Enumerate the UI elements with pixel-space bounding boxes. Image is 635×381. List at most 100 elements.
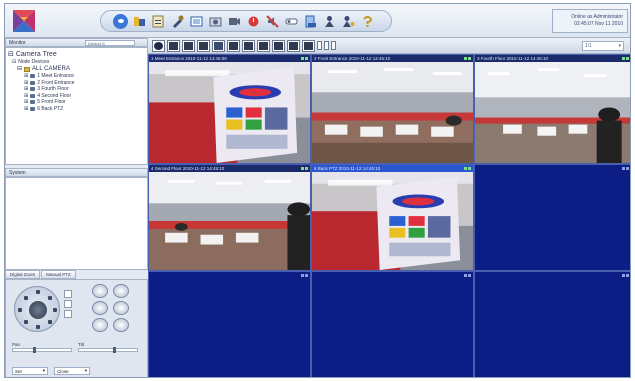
- app-window: Online as Administrator 02:45:07 Nov 11 …: [4, 3, 631, 378]
- ptz-joystick[interactable]: [14, 286, 60, 332]
- video-feed: [149, 172, 310, 270]
- video-cell[interactable]: [148, 271, 311, 377]
- live-view-icon[interactable]: [113, 13, 128, 29]
- layout-10-button[interactable]: [227, 39, 240, 52]
- page-select[interactable]: 1/1 ▾: [582, 41, 624, 51]
- layout-25-button[interactable]: [287, 39, 300, 52]
- video-feed: [312, 172, 473, 270]
- video-cell[interactable]: 6 Back PTZ 2010-11-12 14:45:10: [311, 164, 474, 271]
- fullscreen-icon[interactable]: [189, 14, 204, 29]
- arrow-right-icon[interactable]: [53, 308, 57, 312]
- audio-level-2[interactable]: [324, 41, 329, 50]
- record-icon[interactable]: [227, 14, 242, 29]
- arrow-down-right-icon[interactable]: [48, 320, 52, 324]
- video-cell[interactable]: [474, 271, 630, 377]
- status-indicator-icon: [464, 57, 471, 60]
- tilt-speed-knob[interactable]: [112, 347, 116, 353]
- snapshot-icon[interactable]: [208, 14, 223, 29]
- io-icon[interactable]: [284, 14, 299, 29]
- video-feed: [475, 62, 630, 163]
- video-cell-label: 6 Back PTZ 2010-11-12 14:45:10: [314, 166, 381, 171]
- camera-icon: [30, 100, 36, 105]
- tilt-speed-track[interactable]: [78, 347, 138, 353]
- arrow-up-icon[interactable]: [36, 290, 40, 294]
- layout-20-button[interactable]: [272, 39, 285, 52]
- layout-4-button[interactable]: [167, 39, 180, 52]
- video-grid: 1 Meet Entrance 2010-11-12 14:45:09 2 Fro…: [148, 54, 630, 377]
- event-log-icon[interactable]: [151, 14, 166, 29]
- user-icon[interactable]: [322, 14, 337, 29]
- status-indicator-icon: [622, 274, 629, 277]
- tool-strip: [100, 10, 392, 32]
- arrow-down-left-icon[interactable]: [24, 320, 28, 324]
- audio-level-3[interactable]: [331, 41, 336, 50]
- video-cell-label: 3 Fourth Floor 2010-11-12 14:45:10: [477, 56, 548, 61]
- video-cell[interactable]: [474, 164, 630, 271]
- zoom-in-button[interactable]: [92, 284, 108, 298]
- tree-group[interactable]: ⊟ ALL CAMERA: [8, 66, 145, 73]
- tree-site[interactable]: ⊟ Node Devices: [8, 59, 145, 66]
- layout-13-button[interactable]: [242, 39, 255, 52]
- ptz-panel: Pan Tilt Set ▾ Close ▾: [5, 279, 148, 377]
- video-cell-title: [149, 272, 310, 279]
- video-cell-title: [312, 272, 473, 279]
- chevron-down-icon: ▾: [42, 368, 45, 373]
- iris-open-button[interactable]: [92, 318, 108, 332]
- tilt-speed-slider[interactable]: Tilt: [78, 342, 138, 353]
- focus-far-button[interactable]: [113, 301, 129, 315]
- pan-speed-knob[interactable]: [32, 347, 36, 353]
- system-header-label: System: [9, 169, 26, 176]
- zoom-out-button[interactable]: [113, 284, 129, 298]
- camera-icon: [30, 74, 36, 79]
- video-cell-title: 4 Second Floor 2010-11-12 14:45:10: [149, 165, 310, 172]
- layout-9-button[interactable]: [212, 39, 225, 52]
- top-toolbar: Online as Administrator 02:45:07 Nov 11 …: [5, 4, 630, 38]
- layout-16-button[interactable]: [257, 39, 270, 52]
- arrow-down-icon[interactable]: [36, 325, 40, 329]
- backup-icon[interactable]: [303, 14, 318, 29]
- video-cell[interactable]: 2 Front Entrance 2010-11-12 14:45:10: [311, 54, 474, 164]
- lens-controls: [92, 284, 132, 334]
- mute-icon[interactable]: [265, 14, 280, 29]
- video-cell-title: 1 Meet Entrance 2010-11-12 14:45:09: [149, 55, 310, 62]
- group-select[interactable]: Default G: [85, 40, 135, 46]
- arrow-left-icon[interactable]: [18, 308, 22, 312]
- video-cell[interactable]: 4 Second Floor 2010-11-12 14:45:10: [148, 164, 311, 271]
- status-indicator-icon: [622, 57, 629, 60]
- preset-select[interactable]: Set ▾: [12, 367, 48, 375]
- video-cell-label: 2 Front Entrance 2010-11-12 14:45:10: [314, 56, 391, 61]
- tab-manual-ptz[interactable]: Manual PTZ: [41, 270, 76, 279]
- layout-36-button[interactable]: [302, 39, 315, 52]
- status-indicator-icon: [464, 167, 471, 170]
- focus-near-button[interactable]: [92, 301, 108, 315]
- audio-level-1[interactable]: [317, 41, 322, 50]
- arrow-up-left-icon[interactable]: [24, 296, 28, 300]
- preset-action-select[interactable]: Close ▾: [54, 367, 90, 375]
- playback-icon[interactable]: [132, 14, 147, 29]
- help-icon[interactable]: [360, 14, 375, 29]
- ptz-home-button[interactable]: [64, 290, 72, 298]
- tree-group-label: ALL CAMERA: [32, 66, 70, 72]
- tab-digital-zoom[interactable]: Digital Zoom: [5, 270, 41, 279]
- pan-speed-slider[interactable]: Pan: [12, 342, 72, 353]
- ptz-stop-button[interactable]: [64, 310, 72, 318]
- joystick-center[interactable]: [29, 301, 47, 319]
- tree-root[interactable]: ⊟ Camera Tree: [8, 51, 145, 59]
- status-indicator-icon: [301, 167, 308, 170]
- video-cell[interactable]: 3 Fourth Floor 2010-11-12 14:45:10: [474, 54, 630, 164]
- layout-8-button[interactable]: [197, 39, 210, 52]
- tree-camera-6[interactable]: ⊞ 6 Back PTZ: [8, 106, 145, 113]
- pan-speed-track[interactable]: [12, 347, 72, 353]
- iris-close-button[interactable]: [113, 318, 129, 332]
- layout-6-button[interactable]: [182, 39, 195, 52]
- arrow-up-right-icon[interactable]: [48, 296, 52, 300]
- video-cell[interactable]: 1 Meet Entrance 2010-11-12 14:45:09: [148, 54, 311, 164]
- ptz-auto-button[interactable]: [64, 300, 72, 308]
- video-cell[interactable]: [311, 271, 474, 377]
- status-indicator-icon: [464, 274, 471, 277]
- alarm-icon[interactable]: [246, 14, 261, 29]
- layout-1-button[interactable]: [152, 39, 165, 52]
- user-settings-icon[interactable]: [341, 14, 356, 29]
- settings-icon[interactable]: [170, 14, 185, 29]
- video-cell-title: [475, 272, 630, 279]
